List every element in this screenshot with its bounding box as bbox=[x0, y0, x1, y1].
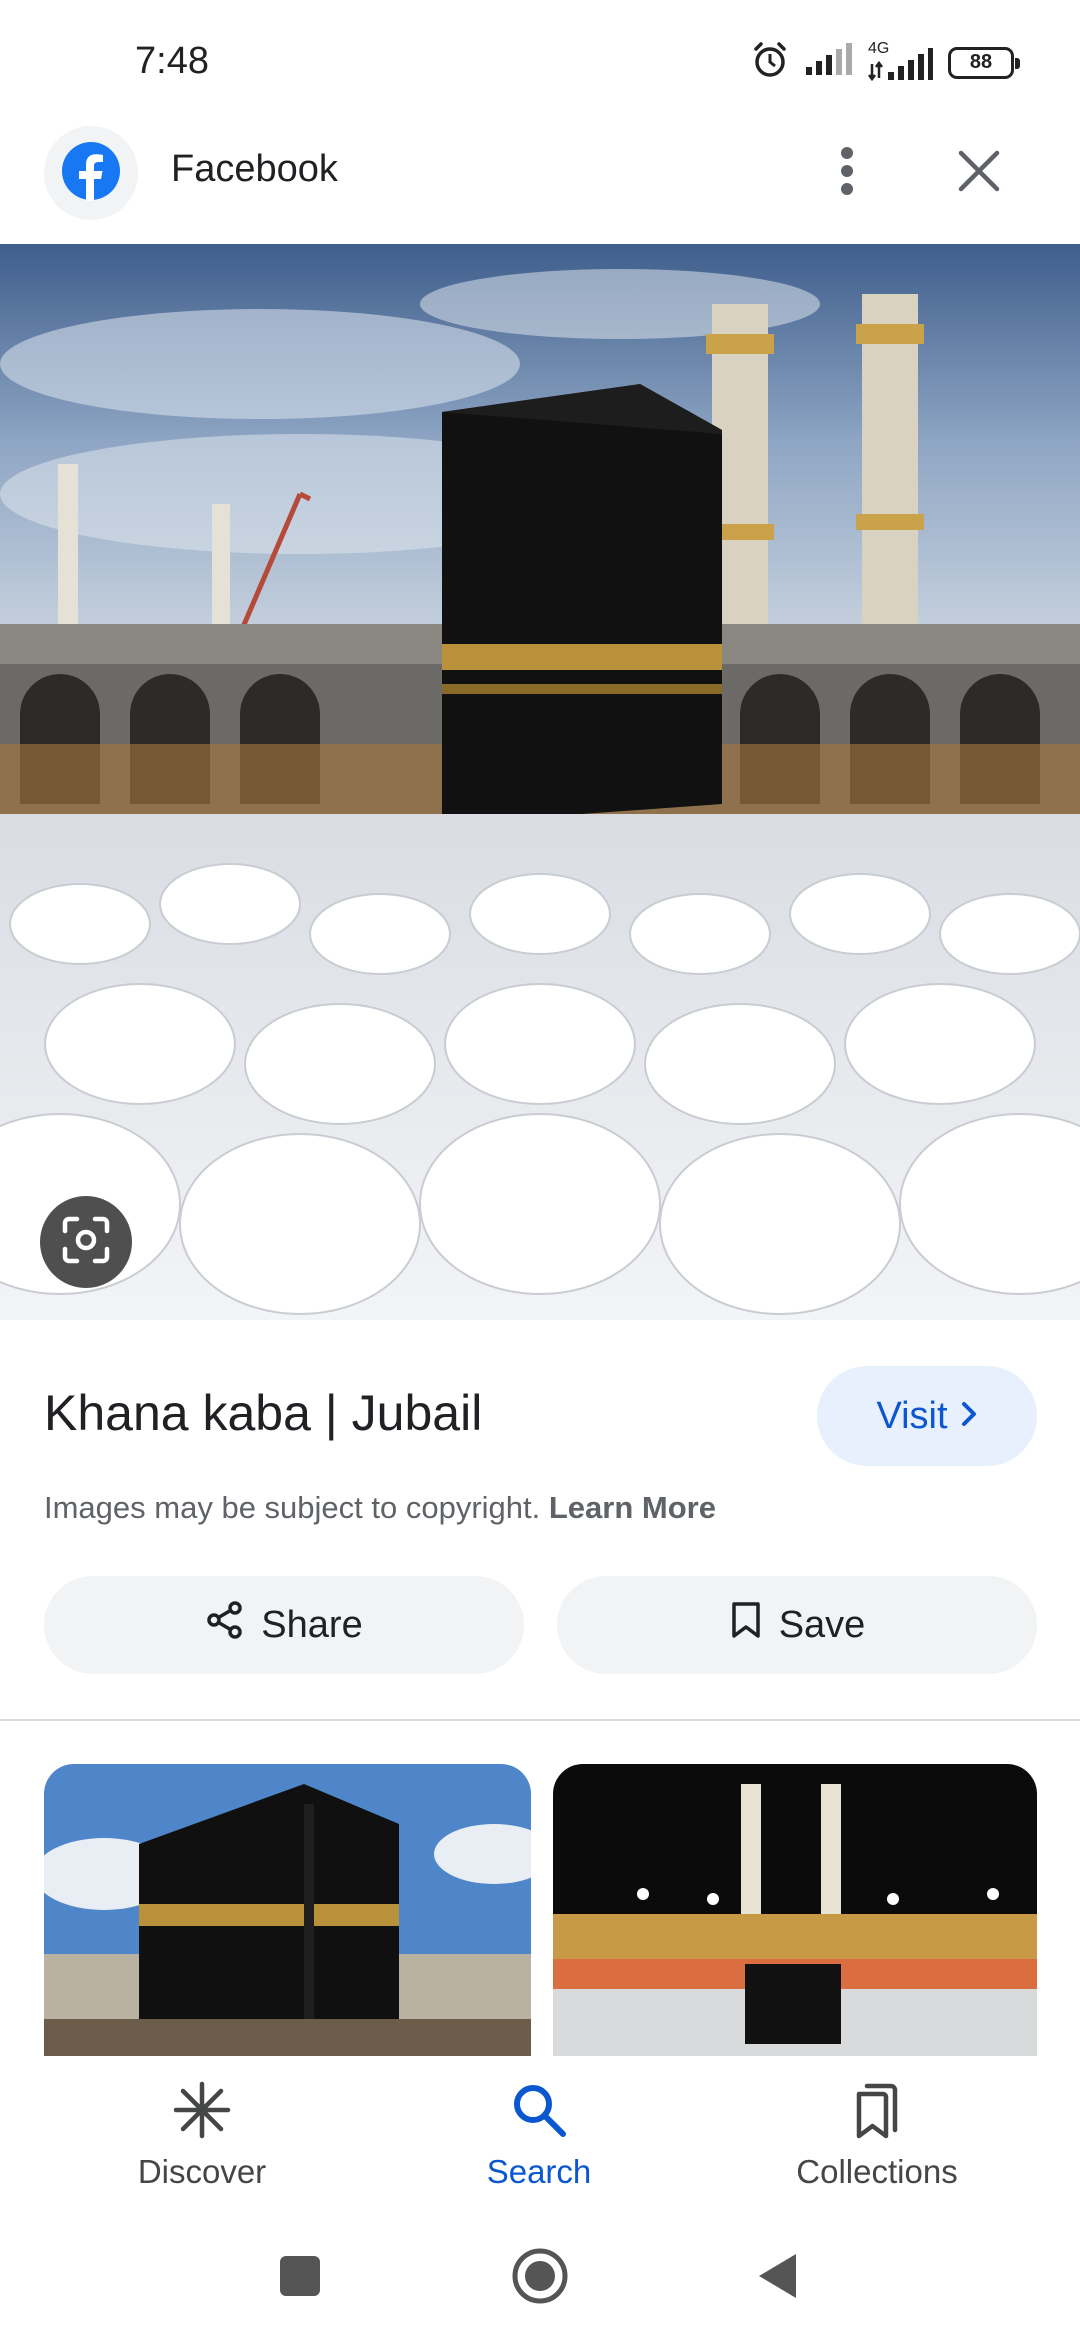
alarm-icon bbox=[750, 40, 790, 85]
status-bar: 7:48 4G 88 bbox=[0, 0, 1080, 120]
learn-more-link[interactable]: Learn More bbox=[549, 1490, 716, 1525]
nav-collections-label: Collections bbox=[796, 2153, 958, 2190]
source-name[interactable]: Facebook bbox=[171, 148, 338, 191]
hero-image[interactable] bbox=[0, 244, 1080, 1320]
nav-collections[interactable]: Collections bbox=[747, 2080, 1007, 2191]
kaaba-night-photo bbox=[553, 1764, 1037, 2056]
related-image-2[interactable] bbox=[553, 1764, 1037, 2056]
nav-discover-label: Discover bbox=[137, 2153, 267, 2190]
screen: 7:48 4G 88 Facebook Khana kaba | Jubail … bbox=[0, 0, 1080, 2340]
share-label: Share bbox=[261, 1603, 363, 1646]
visit-button[interactable]: Visit bbox=[817, 1366, 1037, 1466]
chevron-right-icon bbox=[960, 1395, 978, 1438]
status-icons: 4G 88 bbox=[750, 40, 1020, 85]
recents-square-icon bbox=[279, 2255, 321, 2302]
divider bbox=[0, 1719, 1080, 1721]
more-vert-icon bbox=[840, 146, 854, 201]
nav-search-label: Search bbox=[486, 2153, 592, 2190]
source-logo bbox=[44, 126, 138, 220]
recents-button[interactable] bbox=[268, 2246, 332, 2310]
close-icon bbox=[957, 149, 1001, 198]
home-circle-icon bbox=[511, 2247, 569, 2310]
back-triangle-icon bbox=[756, 2252, 800, 2305]
more-options-button[interactable] bbox=[822, 142, 872, 204]
status-time: 7:48 bbox=[135, 40, 209, 82]
copyright-text: Images may be subject to copyright. bbox=[44, 1490, 541, 1525]
search-icon bbox=[509, 2080, 569, 2145]
signal-4g-icon: 4G bbox=[868, 40, 934, 82]
visit-label: Visit bbox=[876, 1394, 948, 1437]
home-button[interactable] bbox=[508, 2246, 572, 2310]
asterisk-icon bbox=[172, 2080, 232, 2145]
related-image-1[interactable] bbox=[44, 1764, 531, 2056]
save-label: Save bbox=[778, 1603, 866, 1646]
bookmark-icon bbox=[729, 1600, 763, 1650]
kaaba-prayer-photo bbox=[0, 244, 1080, 1320]
nav-search[interactable]: Search bbox=[409, 2080, 669, 2191]
collections-icon bbox=[847, 2080, 907, 2145]
source-header: Facebook bbox=[0, 120, 1080, 244]
battery-indicator: 88 bbox=[948, 46, 1020, 79]
back-button[interactable] bbox=[746, 2246, 810, 2310]
system-navigation bbox=[0, 2216, 1080, 2340]
share-icon bbox=[205, 1600, 245, 1650]
facebook-logo-icon bbox=[61, 141, 121, 206]
save-button[interactable]: Save bbox=[557, 1576, 1037, 1674]
share-button[interactable]: Share bbox=[44, 1576, 524, 1674]
bottom-navigation: Discover Search Collections bbox=[0, 2056, 1080, 2216]
nav-discover[interactable]: Discover bbox=[72, 2080, 332, 2191]
signal-icon bbox=[804, 43, 854, 82]
close-button[interactable] bbox=[950, 144, 1008, 202]
copyright-notice: Images may be subject to copyright. Lear… bbox=[44, 1490, 716, 1526]
google-lens-button[interactable] bbox=[40, 1196, 132, 1288]
lens-icon bbox=[61, 1215, 111, 1270]
kaaba-closeup-photo bbox=[44, 1764, 531, 2056]
result-title: Khana kaba | Jubail bbox=[44, 1385, 483, 1441]
